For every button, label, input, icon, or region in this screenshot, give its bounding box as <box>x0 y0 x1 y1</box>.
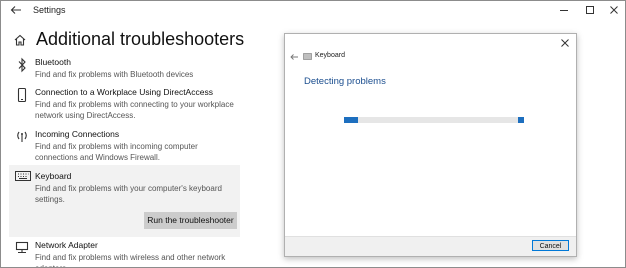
dialog-close-icon[interactable] <box>560 38 570 48</box>
troubleshooter-description: Find and fix problems with connecting to… <box>35 100 234 120</box>
troubleshooter-name: Keyboard <box>35 171 72 181</box>
troubleshooter-incoming-connections[interactable]: Incoming Connections Find and fix proble… <box>9 127 240 163</box>
troubleshooter-dialog: Keyboard Detecting problems Cancel <box>284 33 577 257</box>
progress-bar <box>344 117 524 123</box>
troubleshooter-description: Find and fix problems with incoming comp… <box>35 142 198 162</box>
keyboard-icon <box>15 171 31 181</box>
troubleshooter-description: Find and fix problems with wireless and … <box>35 253 226 267</box>
troubleshooter-name: Connection to a Workplace Using DirectAc… <box>35 87 213 97</box>
troubleshooter-name: Incoming Connections <box>35 129 120 139</box>
run-troubleshooter-button[interactable]: Run the troubleshooter <box>144 212 237 229</box>
minimize-icon[interactable] <box>558 4 570 16</box>
phone-icon <box>17 87 27 103</box>
troubleshooter-description: Find and fix problems with your computer… <box>35 184 222 204</box>
settings-window: Settings Additional troubleshooters Blue… <box>0 0 626 268</box>
dialog-footer: Cancel <box>285 236 576 256</box>
troubleshooter-description: Find and fix problems with Bluetooth dev… <box>35 70 194 79</box>
title-bar: Settings <box>1 1 625 21</box>
network-adapter-icon <box>15 241 29 254</box>
home-icon[interactable] <box>13 33 27 47</box>
window-title: Settings <box>33 5 66 15</box>
dialog-title: Keyboard <box>315 52 345 59</box>
close-icon[interactable] <box>608 4 620 16</box>
troubleshooter-network-adapter[interactable]: Network Adapter Find and fix problems wi… <box>9 239 240 267</box>
cancel-button[interactable]: Cancel <box>532 240 569 251</box>
troubleshooter-name: Bluetooth <box>35 57 71 67</box>
progress-chunk-right <box>518 117 524 123</box>
dialog-keyboard-icon <box>303 53 312 60</box>
back-arrow-icon[interactable] <box>9 3 23 17</box>
troubleshooter-bluetooth[interactable]: Bluetooth Find and fix problems with Blu… <box>9 55 240 83</box>
bluetooth-icon <box>18 57 26 73</box>
dialog-status-text: Detecting problems <box>304 76 386 87</box>
page-title: Additional troubleshooters <box>36 29 245 49</box>
progress-chunk-left <box>344 117 358 123</box>
troubleshooter-name: Network Adapter <box>35 240 98 250</box>
troubleshooter-directaccess[interactable]: Connection to a Workplace Using DirectAc… <box>9 85 240 125</box>
dialog-back-arrow-icon[interactable] <box>289 52 299 62</box>
signal-icon <box>17 131 27 142</box>
maximize-icon[interactable] <box>584 4 596 16</box>
troubleshooter-keyboard[interactable]: Keyboard Find and fix problems with your… <box>9 165 240 237</box>
